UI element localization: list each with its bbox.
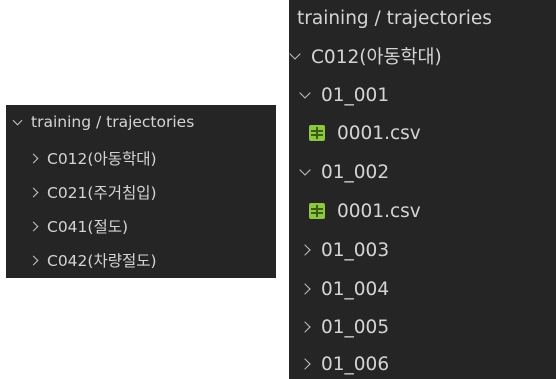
folder-label: C021(주거침입) (47, 184, 157, 202)
file-label: 0001.csv (337, 122, 421, 144)
folder-label: C012(아동학대) (311, 47, 442, 68)
folder-label: C012(아동학대) (47, 150, 157, 168)
tree-folder-01-001[interactable]: 01_001 (299, 80, 390, 110)
tree-root-label: training / trajectories (297, 7, 492, 29)
chevron-right-icon[interactable] (28, 153, 39, 163)
tree-folder-01-002[interactable]: 01_002 (299, 157, 390, 187)
csv-file-icon (309, 203, 325, 219)
csv-file-icon (309, 125, 325, 141)
tree-root-training-trajectories[interactable]: training / trajectories (297, 3, 492, 33)
chevron-right-icon[interactable] (28, 221, 39, 231)
tree-folder-c042[interactable]: C042(차량절도) (28, 248, 157, 272)
tree-folder-c012[interactable]: C012(아동학대) (289, 41, 442, 71)
tree-folder-c012[interactable]: C012(아동학대) (28, 146, 157, 170)
tree-folder-01-006[interactable]: 01_006 (299, 349, 390, 379)
chevron-down-icon[interactable] (299, 163, 311, 176)
chevron-right-icon[interactable] (28, 187, 39, 197)
tree-file-0001-csv[interactable]: 0001.csv (309, 118, 421, 148)
file-label: 0001.csv (337, 200, 421, 222)
explorer-panel-expanded: training / trajectories C012(아동학대) 01_00… (289, 0, 556, 379)
folder-label: 01_001 (321, 84, 390, 106)
folder-label: 01_002 (321, 161, 390, 183)
tree-folder-01-003[interactable]: 01_003 (299, 235, 390, 265)
tree-folder-01-004[interactable]: 01_004 (299, 274, 390, 304)
chevron-down-icon[interactable] (12, 115, 23, 125)
folder-label: C042(차량절도) (47, 252, 157, 270)
explorer-panel-collapsed: training / trajectories C012(아동학대) C021(… (6, 105, 276, 278)
folder-label: 01_006 (321, 353, 390, 375)
folder-label: 01_005 (321, 316, 390, 338)
chevron-down-icon[interactable] (299, 86, 311, 99)
tree-file-0001-csv[interactable]: 0001.csv (309, 196, 421, 226)
tree-root-label: training / trajectories (31, 113, 195, 131)
tree-folder-c041[interactable]: C041(절도) (28, 214, 129, 238)
folder-label: 01_004 (321, 278, 390, 300)
chevron-right-icon[interactable] (28, 255, 39, 265)
folder-label: C041(절도) (47, 218, 129, 236)
tree-root-training-trajectories[interactable]: training / trajectories (12, 110, 195, 134)
tree-folder-c021[interactable]: C021(주거침입) (28, 180, 157, 204)
chevron-right-icon[interactable] (299, 244, 311, 256)
chevron-down-icon[interactable] (289, 47, 301, 60)
chevron-right-icon[interactable] (299, 358, 311, 370)
folder-label: 01_003 (321, 239, 390, 261)
tree-folder-01-005[interactable]: 01_005 (299, 312, 390, 342)
chevron-right-icon[interactable] (299, 283, 311, 295)
chevron-right-icon[interactable] (299, 321, 311, 333)
